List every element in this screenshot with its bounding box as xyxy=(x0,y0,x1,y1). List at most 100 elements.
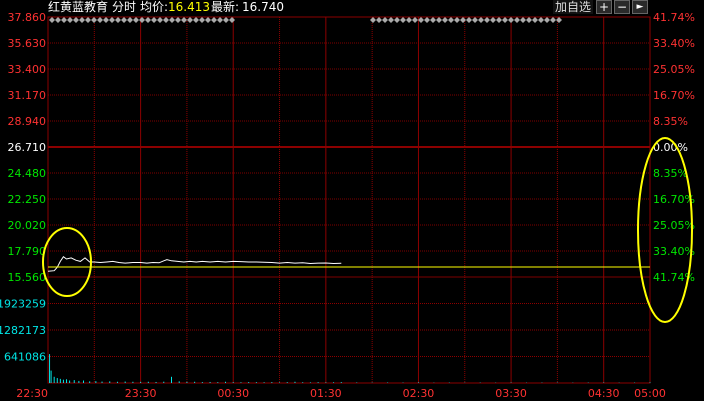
price-tick: 28.940 xyxy=(8,115,47,128)
session-marker xyxy=(538,17,544,23)
price-lines xyxy=(47,255,650,272)
intraday-chart[interactable]: 37.860 35.630 33.400 31.170 28.940 26.710 24.4… xyxy=(0,0,704,401)
percent-tick: 8.35% xyxy=(653,115,688,128)
session-marker xyxy=(115,17,121,23)
session-marker xyxy=(514,17,520,23)
percent-tick: 8.35% xyxy=(653,167,688,180)
session-marker xyxy=(223,17,229,23)
session-marker xyxy=(157,17,163,23)
session-marker xyxy=(454,17,460,23)
session-marker xyxy=(442,17,448,23)
session-marker xyxy=(67,17,73,23)
session-marker xyxy=(103,17,109,23)
session-marker xyxy=(73,17,79,23)
time-tick: 03:30 xyxy=(495,387,527,400)
session-marker xyxy=(376,17,382,23)
time-axis: 22:30 23:30 00:30 01:30 02:30 03:30 04:30 05:00 xyxy=(16,387,666,400)
time-tick: 05:00 xyxy=(634,387,666,400)
price-tick: 20.020 xyxy=(8,219,47,232)
volume-bars xyxy=(49,354,651,383)
session-marker xyxy=(85,17,91,23)
session-marker xyxy=(490,17,496,23)
price-tick: 31.170 xyxy=(8,89,47,102)
chart-frame xyxy=(47,16,651,384)
price-tick: 26.710 xyxy=(8,141,47,154)
price-tick: 33.400 xyxy=(8,63,47,76)
session-marker xyxy=(406,17,412,23)
chart-grid xyxy=(47,16,651,384)
session-marker xyxy=(187,17,193,23)
session-marker xyxy=(412,17,418,23)
session-marker xyxy=(472,17,478,23)
session-marker xyxy=(400,17,406,23)
session-marker xyxy=(544,17,550,23)
session-marker xyxy=(97,17,103,23)
percent-axis: 41.74% 33.40% 25.05% 16.70% 8.35% 0.00% 8.35% 1… xyxy=(653,11,695,284)
session-marker xyxy=(121,17,127,23)
session-marker xyxy=(424,17,430,23)
session-marker xyxy=(79,17,85,23)
percent-tick: 33.40% xyxy=(653,245,695,258)
session-marker xyxy=(49,17,55,23)
session-marker xyxy=(91,17,97,23)
annotation-circle-left xyxy=(42,227,92,297)
session-marker xyxy=(205,17,211,23)
volume-tick: 1923259 xyxy=(0,298,46,311)
session-marker xyxy=(61,17,67,23)
session-marker xyxy=(448,17,454,23)
session-marker xyxy=(217,17,223,23)
price-tick: 15.560 xyxy=(8,271,47,284)
percent-tick: 41.74% xyxy=(653,11,695,24)
session-marker xyxy=(199,17,205,23)
session-marker xyxy=(388,17,394,23)
volume-axis: 1923259 1282173 641086 xyxy=(0,298,46,364)
session-marker xyxy=(502,17,508,23)
time-tick: 02:30 xyxy=(403,387,435,400)
session-marker xyxy=(466,17,472,23)
session-marker xyxy=(478,17,484,23)
time-tick: 23:30 xyxy=(125,387,157,400)
trading-session-markers xyxy=(49,17,562,23)
session-marker xyxy=(520,17,526,23)
percent-tick: 25.05% xyxy=(653,63,695,76)
session-marker xyxy=(526,17,532,23)
session-marker xyxy=(193,17,199,23)
session-marker xyxy=(175,17,181,23)
price-tick: 22.250 xyxy=(8,193,47,206)
price-tick: 35.630 xyxy=(8,37,47,50)
session-marker xyxy=(151,17,157,23)
session-marker xyxy=(211,17,217,23)
session-marker xyxy=(484,17,490,23)
session-marker xyxy=(370,17,376,23)
time-tick: 01:30 xyxy=(310,387,342,400)
session-marker xyxy=(532,17,538,23)
price-axis: 37.860 35.630 33.400 31.170 28.940 26.710 24.4… xyxy=(8,11,47,284)
session-marker xyxy=(109,17,115,23)
volume-tick: 641086 xyxy=(4,351,46,364)
session-marker xyxy=(550,17,556,23)
session-marker xyxy=(382,17,388,23)
volume-tick: 1282173 xyxy=(0,324,46,337)
session-marker xyxy=(139,17,145,23)
session-marker xyxy=(55,17,61,23)
session-marker xyxy=(496,17,502,23)
session-marker xyxy=(133,17,139,23)
price-line xyxy=(47,255,342,272)
price-tick: 24.480 xyxy=(8,167,47,180)
session-marker xyxy=(181,17,187,23)
session-marker xyxy=(508,17,514,23)
session-marker xyxy=(394,17,400,23)
percent-tick: 16.70% xyxy=(653,89,695,102)
session-marker xyxy=(163,17,169,23)
session-marker xyxy=(145,17,151,23)
time-tick: 00:30 xyxy=(217,387,249,400)
percent-tick: 16.70% xyxy=(653,193,695,206)
session-marker xyxy=(169,17,175,23)
session-marker xyxy=(229,17,235,23)
time-tick: 22:30 xyxy=(16,387,48,400)
percent-tick: 0.00% xyxy=(653,141,688,154)
percent-tick: 33.40% xyxy=(653,37,695,50)
price-tick: 17.790 xyxy=(8,245,47,258)
percent-tick: 25.05% xyxy=(653,219,695,232)
session-marker xyxy=(430,17,436,23)
